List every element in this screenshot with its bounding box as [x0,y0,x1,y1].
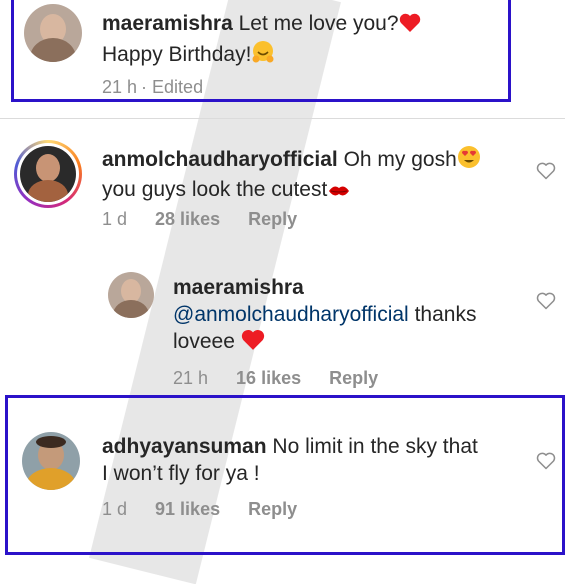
comment-username[interactable]: maeramishra [173,276,304,299]
comment-username[interactable]: maeramishra [102,12,233,35]
red-heart-emoji [241,329,265,358]
reply-button[interactable]: Reply [248,209,297,229]
avatar[interactable] [24,4,82,62]
avatar[interactable] [108,272,154,318]
heart-outline-icon[interactable] [536,291,556,311]
red-heart-emoji [399,13,421,40]
comment-time: 1 d [102,499,128,519]
avatar[interactable] [22,432,80,490]
kiss-lips-emoji [327,179,351,206]
comment-text: maeramishra Let me love you? Happy Birth… [102,10,492,71]
comment-text: maeramishra @anmolchaudharyofficial than… [173,274,533,358]
edited-label: · Edited [141,77,204,97]
divider [0,118,565,119]
comment-meta: 1 d 28 likes Reply [102,208,325,230]
comment-meta: 21 h 16 likes Reply [173,367,406,389]
heart-outline-icon[interactable] [536,451,556,471]
heart-outline-icon[interactable] [536,161,556,181]
comment-text: anmolchaudharyofficial Oh my gosh you gu… [102,145,522,206]
avatar[interactable] [20,146,76,202]
comment-time: 1 d [102,209,128,229]
heart-eyes-emoji [457,145,481,176]
reply-button[interactable]: Reply [329,368,378,388]
likes-count[interactable]: 16 likes [236,368,301,388]
comment-text: adhyayansuman No limit in the sky that I… [102,435,478,485]
likes-count[interactable]: 28 likes [155,209,220,229]
comment-meta: 1 d 91 likes Reply [102,498,325,520]
mention-link[interactable]: @anmolchaudharyofficial [173,303,409,326]
likes-count[interactable]: 91 likes [155,499,220,519]
comment-username[interactable]: anmolchaudharyofficial [102,148,338,171]
reply-button[interactable]: Reply [248,499,297,519]
comment-time: 21 h [173,368,209,388]
comment-time: 21 h [102,77,138,97]
comment-meta: 21 h · Edited [102,76,231,98]
comment-username[interactable]: adhyayansuman [102,435,267,458]
hugging-face-emoji [251,40,275,71]
